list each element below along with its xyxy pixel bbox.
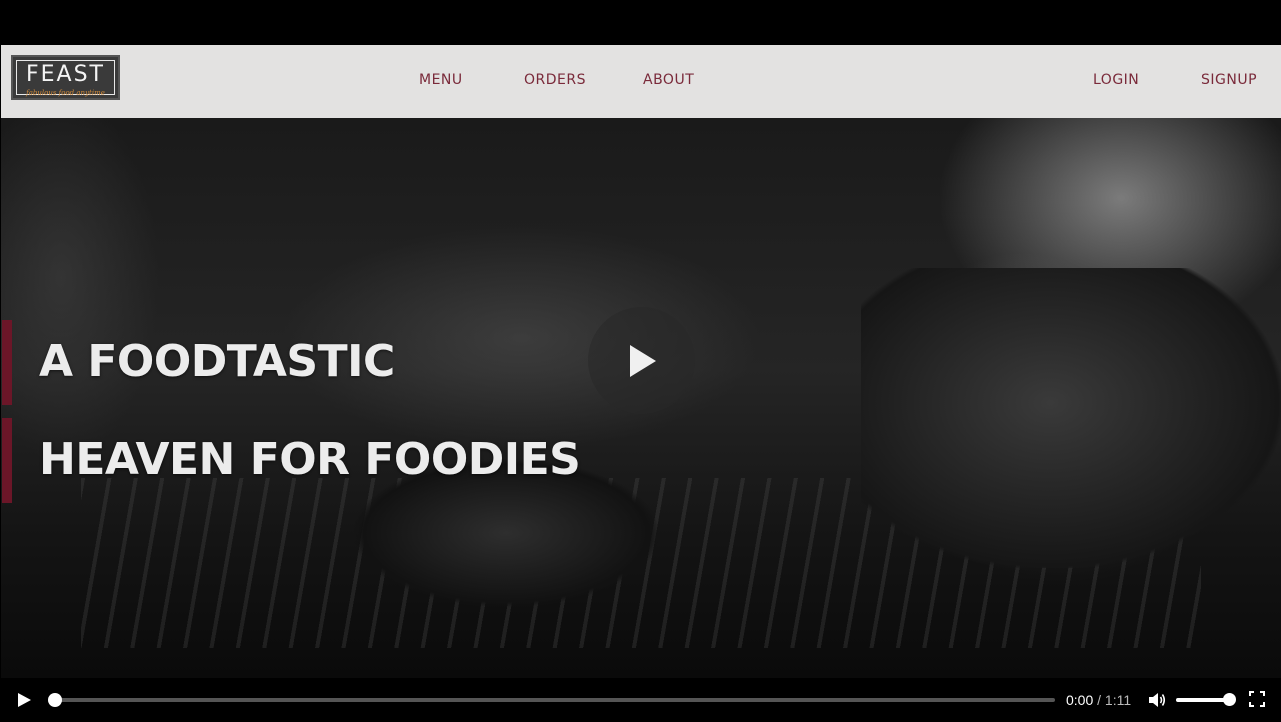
progress-bar[interactable] [48,693,1055,707]
hero-video[interactable]: A FOODTASTIC HEAVEN FOR FOODIES [1,118,1281,678]
logo-frame: FEAST fabulous food anytime [16,60,115,97]
duration: 1:11 [1104,692,1132,708]
time-separator: / [1097,692,1102,708]
hero-headline-line1: A FOODTASTIC [39,336,395,387]
fullscreen-icon[interactable] [1249,691,1265,707]
headline-accent-bar [2,418,12,503]
feast-logo[interactable]: FEAST fabulous food anytime [11,55,120,100]
play-icon[interactable] [16,692,32,708]
headline-accent-bar [2,320,12,405]
big-play-button[interactable] [588,307,695,414]
steak-image [861,268,1281,568]
top-black-band [0,0,1281,45]
nav-link-menu[interactable]: MENU [419,71,463,89]
nav-link-about[interactable]: ABOUT [643,71,694,89]
volume-slider[interactable] [1176,698,1230,702]
progress-thumb[interactable] [48,693,62,707]
current-time: 0:00 [1066,692,1094,708]
time-display: 0:00 / 1:11 [1066,692,1131,708]
nav-link-signup[interactable]: SIGNUP [1201,71,1257,89]
volume-thumb[interactable] [1223,693,1236,706]
play-icon [630,345,656,377]
hero-headline-line2: HEAVEN FOR FOODIES [39,434,581,485]
navbar: FEAST fabulous food anytime MENU ORDERS … [1,45,1281,118]
nav-link-orders[interactable]: ORDERS [524,71,586,89]
volume-icon[interactable] [1148,691,1166,709]
logo-name: FEAST [25,62,105,87]
logo-tagline: fabulous food anytime [26,89,105,97]
nav-link-login[interactable]: LOGIN [1093,71,1139,89]
video-controls: 0:00 / 1:11 [0,678,1281,722]
